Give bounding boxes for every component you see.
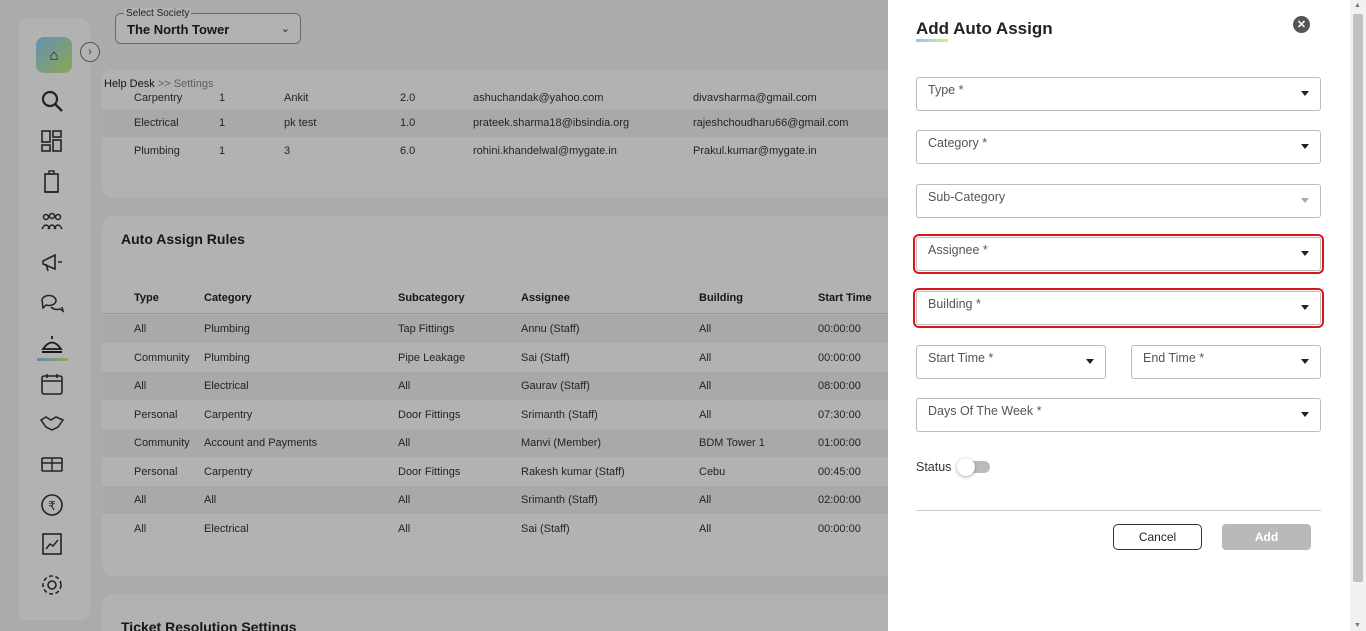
- building-select[interactable]: Building *: [913, 288, 1324, 328]
- caret-down-icon: [1301, 198, 1309, 203]
- status-toggle[interactable]: [957, 458, 990, 476]
- building-label: Building *: [928, 297, 981, 311]
- assignee-select[interactable]: Assignee *: [913, 234, 1324, 274]
- caret-down-icon: [1301, 412, 1309, 417]
- days-of-week-label: Days Of The Week *: [928, 404, 1042, 418]
- type-select[interactable]: Type *: [916, 77, 1321, 111]
- type-label: Type *: [928, 83, 964, 97]
- caret-down-icon: [1301, 144, 1309, 149]
- scroll-down-icon[interactable]: ▼: [1354, 622, 1361, 629]
- sub-category-select[interactable]: Sub-Category: [916, 184, 1321, 218]
- category-select[interactable]: Category *: [916, 130, 1321, 164]
- add-auto-assign-drawer: Add Auto Assign ✕ Type * Category * Sub-…: [888, 0, 1350, 631]
- start-time-select[interactable]: Start Time *: [916, 345, 1106, 379]
- toggle-knob: [957, 458, 975, 476]
- add-button[interactable]: Add: [1222, 524, 1311, 550]
- scroll-thumb[interactable]: [1353, 14, 1363, 582]
- close-icon[interactable]: ✕: [1293, 16, 1310, 33]
- title-underline: [916, 39, 948, 42]
- caret-down-icon: [1301, 359, 1309, 364]
- start-time-label: Start Time *: [928, 351, 994, 365]
- caret-down-icon: [1301, 91, 1309, 96]
- end-time-label: End Time *: [1143, 351, 1205, 365]
- scrollbar[interactable]: ▲ ▼: [1350, 0, 1366, 631]
- assignee-label: Assignee *: [928, 243, 988, 257]
- caret-down-icon: [1301, 251, 1309, 256]
- end-time-select[interactable]: End Time *: [1131, 345, 1321, 379]
- drawer-title: Add Auto Assign: [916, 19, 1053, 38]
- caret-down-icon: [1301, 305, 1309, 310]
- sub-category-label: Sub-Category: [928, 190, 1006, 204]
- divider: [916, 510, 1321, 511]
- status-label: Status: [916, 460, 952, 474]
- cancel-button[interactable]: Cancel: [1113, 524, 1202, 550]
- days-of-week-select[interactable]: Days Of The Week *: [916, 398, 1321, 432]
- category-label: Category *: [928, 136, 988, 150]
- caret-down-icon: [1086, 359, 1094, 364]
- scroll-up-icon[interactable]: ▲: [1354, 2, 1361, 9]
